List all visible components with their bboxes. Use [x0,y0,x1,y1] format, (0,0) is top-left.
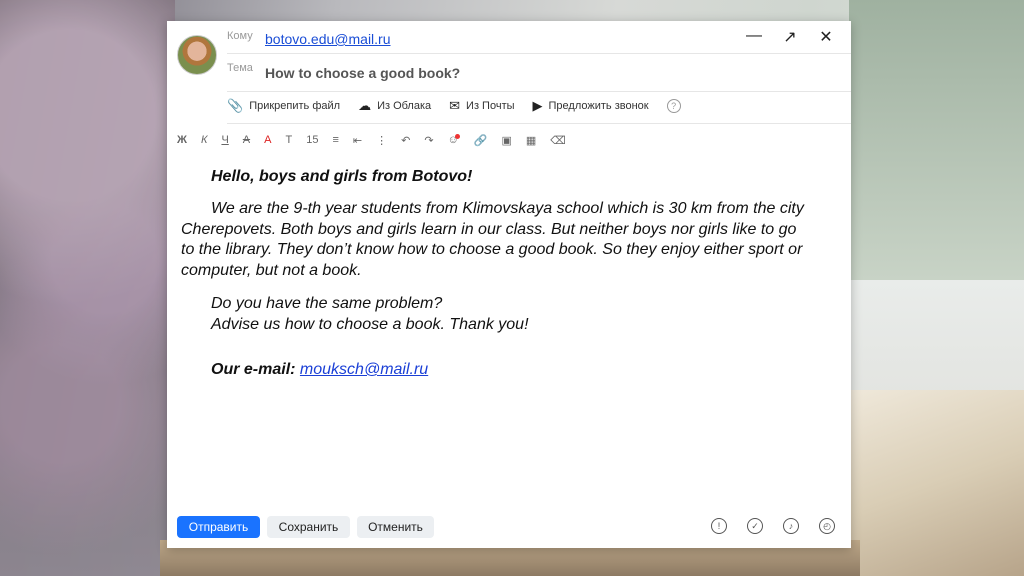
paperclip-icon: 📎 [227,98,244,113]
italic-button[interactable]: К [201,134,207,146]
from-cloud-button[interactable]: ☁ Из Облака [358,98,431,114]
subject-label: Тема [227,62,253,74]
attach-row: 📎 Прикрепить файл ☁ Из Облака ✉ Из Почты… [227,91,851,124]
expand-icon[interactable]: ↗ [781,27,799,47]
underline-button[interactable]: Ч [221,134,228,146]
list-icon[interactable]: ⋮ [376,134,387,147]
align-icon[interactable]: ≡ [332,134,338,146]
avatar [177,35,217,75]
window-controls: — ↗ ✕ [745,27,835,47]
call-invite-button[interactable]: ▶ Предложить звонок [533,98,649,114]
mail-icon: ✉ [449,98,461,113]
to-label: Кому [227,30,253,42]
cancel-button[interactable]: Отменить [357,516,434,538]
call-invite-label: Предложить звонок [548,100,649,112]
background-window [849,0,1024,280]
font-color-button[interactable]: А [264,134,271,146]
paragraph-2: Do you have the same problem? Advise us … [211,294,811,335]
help-icon[interactable]: ? [666,99,681,113]
info-icon[interactable]: ! [711,518,727,534]
send-button[interactable]: Отправить [177,516,260,538]
bell-icon[interactable]: ♪ [783,518,799,534]
compose-window: Кому botovo.edu@mail.ru — ↗ ✕ Тема How t… [167,21,851,548]
image-icon[interactable]: ▣ [501,134,511,147]
link-icon[interactable]: 🔗 [474,134,488,147]
format-toolbar: Ж К Ч А А Т 15 ≡ ⇤ ⋮ ↶ ↷ ☺ 🔗 ▣ ▦ ⌫ [167,123,851,157]
eraser-icon[interactable]: ⌫ [550,134,566,147]
check-icon[interactable]: ✓ [747,518,763,534]
background-flowers [0,0,175,576]
minimize-icon[interactable]: — [745,27,763,47]
paragraph-2-line-2: Advise us how to choose a book. Thank yo… [211,315,529,333]
to-row: Кому botovo.edu@mail.ru — ↗ ✕ [227,21,851,54]
attach-file-label: Прикрепить файл [249,100,341,112]
from-mail-label: Из Почты [466,100,515,112]
paragraph-2-line-1: Do you have the same problem? [211,295,443,312]
background-book [849,390,1024,576]
subject-row: Тема How to choose a good book? [227,53,851,92]
redo-icon[interactable]: ↷ [424,134,433,147]
from-mail-button[interactable]: ✉ Из Почты [449,98,514,114]
close-icon[interactable]: ✕ [817,27,835,47]
to-field[interactable]: botovo.edu@mail.ru [265,31,391,47]
email-label: Our e-mail: [211,361,296,378]
footer-icons: ! ✓ ♪ ◴ [711,518,835,534]
cloud-icon: ☁ [358,98,372,113]
strikethrough-button[interactable]: А [243,134,250,146]
grid-icon[interactable]: ▦ [526,134,536,147]
video-icon: ▶ [532,98,543,113]
font-size-button[interactable]: 15 [306,134,318,146]
font-style-button[interactable]: Т [285,134,292,146]
paragraph-1: We are the 9-th year students from Klimo… [181,200,804,279]
save-button[interactable]: Сохранить [267,516,350,538]
from-cloud-label: Из Облака [377,100,432,112]
attach-file-button[interactable]: 📎 Прикрепить файл [227,98,340,114]
undo-icon[interactable]: ↶ [401,134,410,147]
indent-icon[interactable]: ⇤ [353,134,362,147]
clock-icon[interactable]: ◴ [819,518,835,534]
email-line: Our e-mail: mouksch@mail.ru [211,360,428,381]
footer: Отправить Сохранить Отменить ! ✓ ♪ ◴ [177,516,835,538]
email-link[interactable]: mouksch@mail.ru [300,361,428,378]
greeting: Hello, boys and girls from Botovo! [211,168,473,185]
bold-button[interactable]: Ж [177,134,187,146]
subject-field[interactable]: How to choose a good book? [265,65,460,81]
emoji-icon[interactable]: ☺ [448,134,460,146]
